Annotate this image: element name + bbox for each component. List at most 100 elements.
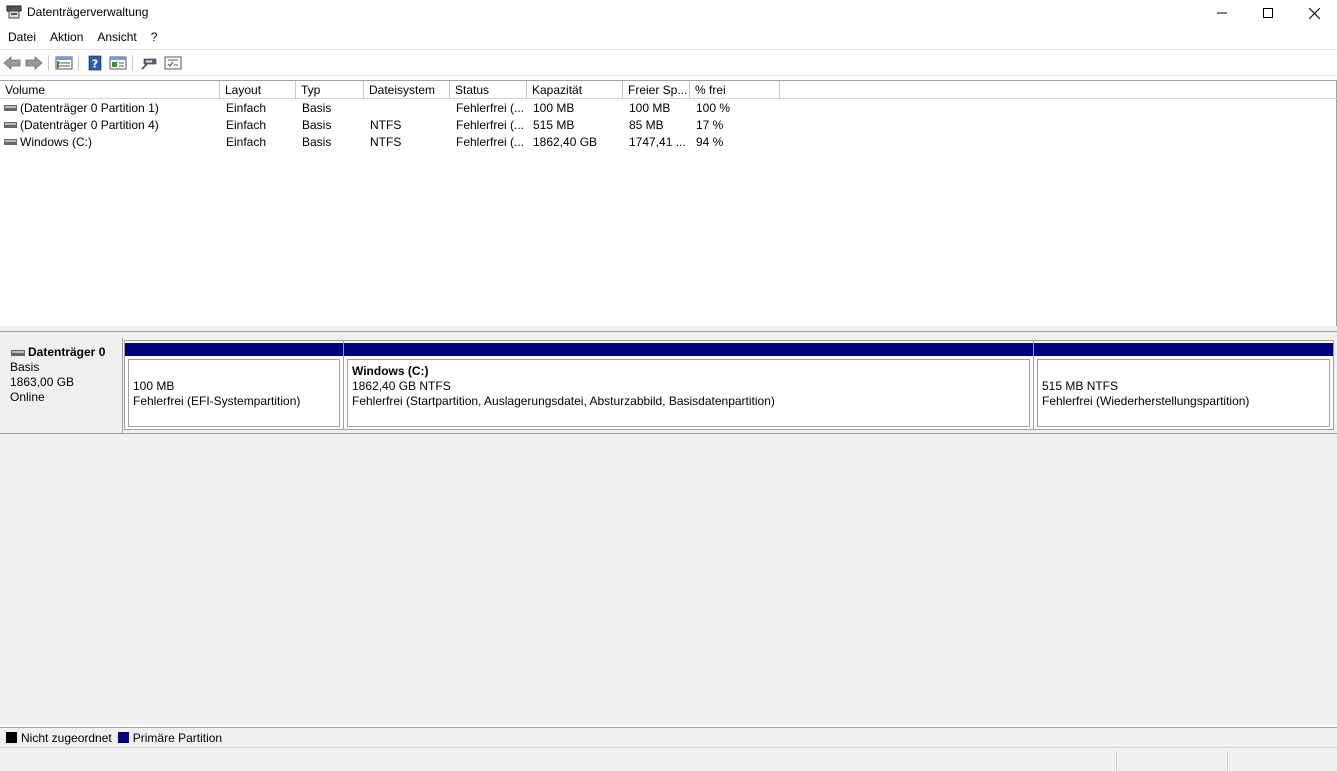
cell-typ: Basis <box>302 101 332 115</box>
disk-state: Online <box>10 390 45 404</box>
legend-label: Nicht zugeordnet <box>21 730 112 745</box>
menu-ansicht[interactable]: Ansicht <box>90 26 143 48</box>
status-bar-separator <box>1116 751 1117 771</box>
forward-button[interactable] <box>24 54 44 72</box>
disk-graphical-view: Datenträger 0 Basis 1863,00 GB Online 10… <box>0 332 1337 725</box>
cell-status: Fehlerfrei (... <box>456 101 525 115</box>
partition-color-bar <box>125 343 343 356</box>
column-header-dateisystem[interactable]: Dateisystem <box>364 81 450 99</box>
toolbar: ? <box>0 49 1337 76</box>
cell-kapazitaet: 100 MB <box>533 101 575 115</box>
partition-details: Windows (C:) 1862,40 GB NTFS Fehlerfrei … <box>347 359 1030 427</box>
partition-efi[interactable]: 100 MB Fehlerfrei (EFI-Systempartition) <box>125 341 344 429</box>
disk-list-view-icon <box>55 56 73 70</box>
help-button[interactable]: ? <box>85 54 105 72</box>
cell-layout: Einfach <box>226 135 267 149</box>
cell-typ: Basis <box>302 135 332 149</box>
cell-kapazitaet: 515 MB <box>533 118 575 132</box>
menu-aktion[interactable]: Aktion <box>43 26 90 48</box>
legend-label: Primäre Partition <box>132 730 223 745</box>
rescan-disks-button[interactable] <box>139 54 159 72</box>
window-title: Datenträgerverwaltung <box>27 5 149 19</box>
partition-size: 100 MB <box>133 379 175 393</box>
partition-details: 100 MB Fehlerfrei (EFI-Systempartition) <box>128 359 340 427</box>
partition-title <box>133 364 339 379</box>
maximize-button[interactable] <box>1245 0 1291 26</box>
disk-name: Datenträger 0 <box>28 345 106 359</box>
cell-volume: Windows (C:) <box>20 135 93 149</box>
disk-info-panel[interactable]: Datenträger 0 Basis 1863,00 GB Online <box>1 338 123 435</box>
cell-kapazitaet: 1862,40 GB <box>533 135 598 149</box>
partition-title: Windows (C:) <box>352 364 429 378</box>
legend-swatch <box>117 732 129 743</box>
close-icon <box>1308 7 1320 19</box>
cell-layout: Einfach <box>226 118 267 132</box>
title-bar: Datenträgerverwaltung <box>0 0 1337 26</box>
cell-status: Fehlerfrei (... <box>456 118 525 132</box>
legend-bar: Nicht zugeordnet Primäre Partition <box>0 727 1337 747</box>
legend-item-unallocated: Nicht zugeordnet <box>0 731 112 745</box>
close-button[interactable] <box>1291 0 1337 26</box>
properties-view-button[interactable] <box>108 54 128 72</box>
table-row[interactable]: (Datenträger 0 Partition 1) Einfach Basi… <box>0 100 1337 117</box>
column-header-status[interactable]: Status <box>450 81 527 99</box>
cell-prozent-frei: 17 % <box>696 118 724 132</box>
minimize-button[interactable] <box>1199 0 1245 26</box>
graph-divider <box>0 433 1337 435</box>
cell-prozent-frei: 94 % <box>696 135 724 149</box>
column-header-typ[interactable]: Typ <box>296 81 364 99</box>
disk-name-row: Datenträger 0 <box>10 345 122 360</box>
settings-list-icon <box>164 56 182 70</box>
partition-status: Fehlerfrei (Wiederherstellungspartition) <box>1042 394 1250 408</box>
status-bar <box>0 747 1337 771</box>
partition-recovery[interactable]: 515 MB NTFS Fehlerfrei (Wiederherstellun… <box>1034 341 1333 429</box>
volume-list[interactable]: Volume Layout Typ Dateisystem Status Kap… <box>0 80 1337 326</box>
rescan-disks-icon <box>141 58 157 70</box>
settings-list-button[interactable] <box>163 54 183 72</box>
cell-dateisystem: NTFS <box>370 135 402 149</box>
svg-text:?: ? <box>92 58 98 71</box>
menu-datei[interactable]: Datei <box>0 26 43 48</box>
volume-icon <box>4 139 17 145</box>
table-row[interactable]: (Datenträger 0 Partition 4) Einfach Basi… <box>0 117 1337 134</box>
disk-type: Basis <box>10 360 40 374</box>
partition-windows-c[interactable]: Windows (C:) 1862,40 GB NTFS Fehlerfrei … <box>344 341 1034 429</box>
legend-swatch <box>6 732 17 743</box>
column-header-freier-speicher[interactable]: Freier Sp... <box>623 81 690 99</box>
back-button[interactable] <box>2 54 22 72</box>
volume-icon <box>4 122 17 128</box>
legend-item-primary-partition: Primäre Partition <box>112 731 222 745</box>
cell-freier-speicher: 100 MB <box>629 101 671 115</box>
partition-size: 1862,40 GB NTFS <box>352 379 451 393</box>
toolbar-separator <box>78 55 79 71</box>
toolbar-separator <box>48 55 49 71</box>
disk-partition-strip: 100 MB Fehlerfrei (EFI-Systempartition) … <box>124 340 1334 430</box>
cell-freier-speicher: 1747,41 ... <box>629 135 686 149</box>
cell-freier-speicher: 85 MB <box>629 118 664 132</box>
partition-status: Fehlerfrei (Startpartition, Auslagerungs… <box>352 394 775 408</box>
forward-arrow-icon <box>25 56 43 70</box>
back-arrow-icon <box>3 56 21 70</box>
disk-management-icon <box>6 5 22 19</box>
cell-typ: Basis <box>302 118 332 132</box>
cell-volume: (Datenträger 0 Partition 1) <box>20 101 159 115</box>
cell-layout: Einfach <box>226 101 267 115</box>
cell-prozent-frei: 100 % <box>696 101 731 115</box>
maximize-icon <box>1263 8 1273 18</box>
menu-help[interactable]: ? <box>144 26 165 48</box>
column-header-prozent-frei[interactable]: % frei <box>690 81 780 99</box>
column-header-layout[interactable]: Layout <box>220 81 296 99</box>
table-row[interactable]: Windows (C:) Einfach Basis NTFS Fehlerfr… <box>0 134 1337 151</box>
disk-list-view-button[interactable] <box>54 54 74 72</box>
partition-size: 515 MB NTFS <box>1042 379 1119 393</box>
partition-title <box>1042 364 1329 379</box>
partition-status: Fehlerfrei (EFI-Systempartition) <box>133 394 301 408</box>
cell-dateisystem: NTFS <box>370 118 402 132</box>
volume-icon <box>4 105 17 111</box>
disk-size: 1863,00 GB <box>10 375 75 389</box>
minimize-icon <box>1217 12 1227 14</box>
column-header-kapazitaet[interactable]: Kapazität <box>527 81 623 99</box>
partition-details: 515 MB NTFS Fehlerfrei (Wiederherstellun… <box>1037 359 1330 427</box>
volume-list-header: Volume Layout Typ Dateisystem Status Kap… <box>0 81 1337 99</box>
column-header-volume[interactable]: Volume <box>0 81 220 99</box>
